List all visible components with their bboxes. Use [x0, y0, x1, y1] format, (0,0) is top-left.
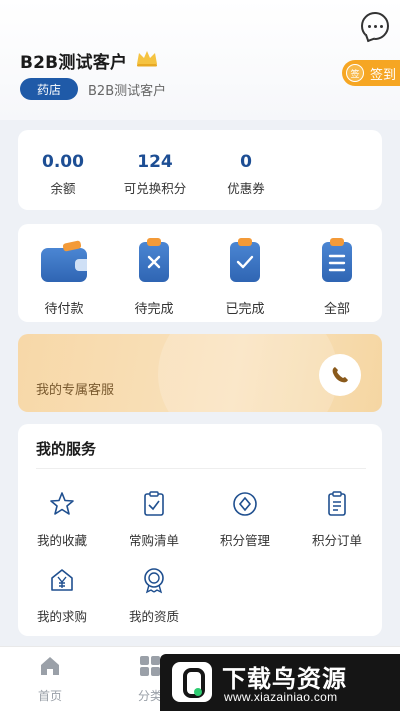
- watermark: 下载鸟资源 www.xiazainiao.com: [160, 654, 400, 711]
- service-qualifications[interactable]: 我的资质: [114, 566, 194, 625]
- stat-label: 余额: [50, 181, 76, 196]
- stat-points[interactable]: 124 可兑换积分: [115, 152, 195, 197]
- order-completed[interactable]: 已完成: [210, 238, 280, 317]
- watermark-title: 下载鸟资源: [222, 665, 347, 693]
- service-label: 我的资质: [128, 609, 179, 624]
- shop-name: B2B测试客户: [88, 84, 167, 99]
- stat-coupons[interactable]: 0 优惠券: [206, 152, 286, 197]
- order-all[interactable]: 全部: [302, 238, 372, 317]
- wallet-icon: [41, 238, 87, 284]
- customer-service-banner[interactable]: 我的专属客服: [18, 334, 382, 412]
- order-label: 待付款: [44, 302, 84, 317]
- order-pending-payment[interactable]: 待付款: [29, 238, 99, 317]
- clipboard-list-icon: [314, 238, 360, 284]
- star-icon: [50, 492, 74, 515]
- sign-in-button[interactable]: 签 签到: [342, 60, 400, 86]
- checklist-icon: [144, 491, 164, 516]
- diamond-icon: [233, 492, 257, 516]
- service-label: 积分订单: [311, 533, 362, 548]
- clipboard-x-icon: [131, 238, 177, 284]
- stat-value: 0: [240, 152, 252, 172]
- phone-icon[interactable]: [319, 354, 361, 396]
- divider: [36, 468, 366, 469]
- order-doc-icon: [328, 491, 346, 516]
- service-label: 积分管理: [219, 533, 270, 548]
- my-services-card: 我的服务 我的收藏 常购清单 积分管理 积分订单 我的求购 我的资质: [18, 424, 382, 636]
- order-label: 已完成: [225, 302, 265, 317]
- yen-house-icon: [51, 569, 73, 591]
- service-frequent-list[interactable]: 常购清单: [114, 490, 194, 549]
- user-name: B2B测试客户: [20, 53, 128, 73]
- customer-service-label: 我的专属客服: [36, 383, 115, 398]
- service-purchase-requests[interactable]: 我的求购: [22, 566, 102, 625]
- sign-in-label: 签到: [370, 67, 397, 83]
- grid-icon: [140, 656, 160, 676]
- order-label: 待完成: [134, 302, 174, 317]
- tab-home[interactable]: 首页: [20, 655, 80, 704]
- tab-label: 首页: [37, 689, 62, 703]
- stat-label: 可兑换积分: [123, 181, 187, 196]
- watermark-url: www.xiazainiao.com: [224, 690, 338, 704]
- service-favorites[interactable]: 我的收藏: [22, 490, 102, 549]
- stat-balance[interactable]: 0.00 余额: [23, 152, 103, 197]
- store-type-badge: 药店: [20, 78, 78, 100]
- message-icon[interactable]: [361, 12, 389, 40]
- clipboard-check-icon: [222, 238, 268, 284]
- service-points-management[interactable]: 积分管理: [205, 490, 285, 549]
- service-label: 我的求购: [36, 609, 87, 624]
- service-label: 常购清单: [128, 533, 179, 548]
- stat-label: 优惠券: [227, 181, 265, 196]
- watermark-logo-icon: [172, 662, 212, 702]
- account-stats-card: 0.00 余额 124 可兑换积分 0 优惠券: [18, 130, 382, 210]
- order-pending-completion[interactable]: 待完成: [119, 238, 189, 317]
- services-title: 我的服务: [36, 440, 97, 458]
- stat-value: 0.00: [42, 152, 84, 172]
- stat-value: 124: [137, 152, 173, 172]
- banner-decoration: [158, 334, 338, 412]
- medal-icon: [144, 568, 164, 594]
- service-label: 我的收藏: [36, 533, 87, 548]
- order-label: 全部: [323, 302, 350, 317]
- orders-card: 待付款 待完成 已完成 全部: [18, 224, 382, 322]
- coin-icon: 签: [346, 64, 364, 82]
- service-points-orders[interactable]: 积分订单: [297, 490, 377, 549]
- home-icon: [41, 657, 59, 675]
- crown-icon: [137, 51, 157, 67]
